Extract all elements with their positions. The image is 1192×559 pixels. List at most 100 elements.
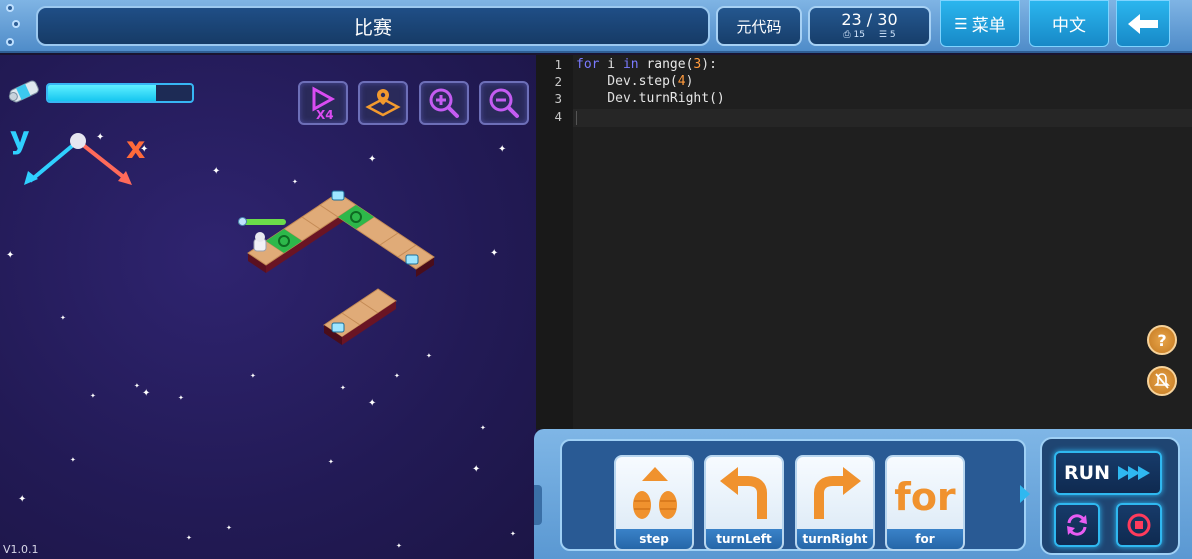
stat-lines-value: 5 xyxy=(889,30,896,40)
run-label: RUN xyxy=(1064,462,1110,484)
star: ✦ xyxy=(212,166,221,177)
command-label: turnLeft xyxy=(706,529,782,549)
stop-icon xyxy=(1127,513,1151,537)
code-token: range( xyxy=(638,57,694,72)
y-axis-label: y xyxy=(10,121,30,156)
zoom-in-button[interactable] xyxy=(419,81,469,125)
language-button[interactable]: 中文 xyxy=(1029,0,1109,47)
menu-label: 菜单 xyxy=(971,16,1006,36)
star: ✦ xyxy=(226,524,232,532)
code-token: ): xyxy=(701,57,717,72)
rail-dot xyxy=(6,38,14,46)
footsteps-icon xyxy=(633,467,677,519)
command-label: for xyxy=(887,529,963,549)
game-viewport[interactable]: ✦ ✦ ✦ ✦ ✦ ✦ ✦ ✦ ✦ ✦ ✦ ✦ ✦ ✦ ✦ ✦ ✦ ✦ ✦ ✦ … xyxy=(0,55,536,559)
code-token: in xyxy=(622,57,639,72)
rail-dot xyxy=(6,4,14,12)
text-cursor xyxy=(576,111,577,125)
star: ✦ xyxy=(368,398,377,409)
star: ✦ xyxy=(510,530,516,538)
menu-button[interactable]: ☰ 菜单 xyxy=(940,0,1020,47)
help-icon: ? xyxy=(1157,330,1167,350)
score-value: 23 / 30 xyxy=(841,10,898,29)
map-button[interactable] xyxy=(358,81,408,125)
code-line-2[interactable]: Dev.step(4) xyxy=(576,74,693,89)
mute-button[interactable] xyxy=(1147,366,1177,396)
page-title: 比赛 xyxy=(36,6,710,46)
star: ✦ xyxy=(6,250,15,261)
gem xyxy=(405,254,419,265)
star: ✦ xyxy=(186,534,192,542)
star: ✦ xyxy=(480,424,486,432)
star: ✦ xyxy=(498,144,507,155)
top-bar: 比赛 元代码 23 / 30 ⎙ 15 ☰ 5 ☰ 菜单 中文 xyxy=(0,0,1192,53)
gem xyxy=(331,322,345,333)
code-token: Dev. xyxy=(576,91,639,106)
star: ✦ xyxy=(18,494,27,505)
line-number: 4 xyxy=(554,109,562,124)
energy-canister-icon xyxy=(8,80,39,103)
zoom-in-icon xyxy=(429,88,459,118)
speed-button[interactable]: X4 xyxy=(298,81,348,125)
lines-icon: ☰ xyxy=(878,30,887,40)
active-line-highlight xyxy=(573,109,1192,127)
reset-button[interactable] xyxy=(1054,503,1100,547)
command-step[interactable]: step xyxy=(614,455,694,551)
command-turn-left[interactable]: turnLeft xyxy=(704,455,784,551)
scroll-right-icon[interactable] xyxy=(1018,483,1032,505)
command-label: turnRight xyxy=(797,529,873,549)
code-token: 4 xyxy=(677,74,686,89)
code-token: step( xyxy=(638,74,678,89)
energy-bar xyxy=(46,83,194,103)
stop-button[interactable] xyxy=(1116,503,1162,547)
command-panel: step turnLeft turnRight for for RUN xyxy=(534,429,1192,559)
code-token: for xyxy=(576,57,600,72)
code-token: ) xyxy=(685,74,694,89)
line-number: 1 xyxy=(554,57,562,72)
energy-fill xyxy=(48,85,156,101)
command-for[interactable]: for for xyxy=(885,455,965,551)
star: ✦ xyxy=(426,352,432,360)
code-token: i xyxy=(599,57,623,72)
turn-left-arrow-icon xyxy=(720,467,767,519)
star: ✦ xyxy=(134,382,140,390)
star: ✦ xyxy=(396,542,402,550)
rail-dot xyxy=(12,20,20,28)
run-button[interactable]: RUN xyxy=(1054,451,1162,495)
game-app: 比赛 元代码 23 / 30 ⎙ 15 ☰ 5 ☰ 菜单 中文 ✦ ✦ ✦ ✦ … xyxy=(0,0,1192,559)
star: ✦ xyxy=(490,248,499,259)
speed-x4-icon: X4 xyxy=(312,86,336,121)
panel-handle[interactable] xyxy=(534,485,542,525)
blocks-icon: ⎙ xyxy=(843,30,851,40)
meta-code-button[interactable]: 元代码 xyxy=(716,6,802,46)
robot xyxy=(253,232,267,252)
turn-right-arrow-icon xyxy=(814,467,861,519)
help-button[interactable]: ? xyxy=(1147,325,1177,355)
score-stats: ⎙ 15 ☰ 5 xyxy=(843,31,895,40)
command-turn-right[interactable]: turnRight xyxy=(795,455,875,551)
command-tray: step turnLeft turnRight for for xyxy=(560,439,1026,551)
zoom-out-icon xyxy=(489,88,519,118)
robot-health-cap xyxy=(238,217,247,226)
run-controls: RUN xyxy=(1040,437,1180,555)
back-button[interactable] xyxy=(1116,0,1170,47)
score-panel: 23 / 30 ⎙ 15 ☰ 5 xyxy=(808,6,931,46)
map-icon xyxy=(365,89,401,117)
command-label: step xyxy=(616,529,692,549)
star: ✦ xyxy=(340,384,346,392)
star: ✦ xyxy=(178,394,184,402)
mute-bell-icon xyxy=(1154,373,1170,389)
fast-forward-icon xyxy=(1117,466,1150,480)
code-line-1[interactable]: for i in range(3): xyxy=(576,57,717,72)
star: ✦ xyxy=(142,388,151,399)
code-editor[interactable]: 1 2 3 4 for i in range(3): Dev.step(4) D… xyxy=(536,55,1192,429)
for-glyph: for xyxy=(894,475,956,519)
line-gutter: 1 2 3 4 xyxy=(536,55,573,429)
zoom-out-button[interactable] xyxy=(479,81,529,125)
menu-list-icon: ☰ xyxy=(954,14,968,33)
star: ✦ xyxy=(472,464,481,475)
stat-lines: ☰ 5 xyxy=(879,31,896,40)
line-number: 2 xyxy=(554,74,562,89)
x-axis-label: x xyxy=(126,131,146,166)
code-line-3[interactable]: Dev.turnRight() xyxy=(576,91,724,106)
